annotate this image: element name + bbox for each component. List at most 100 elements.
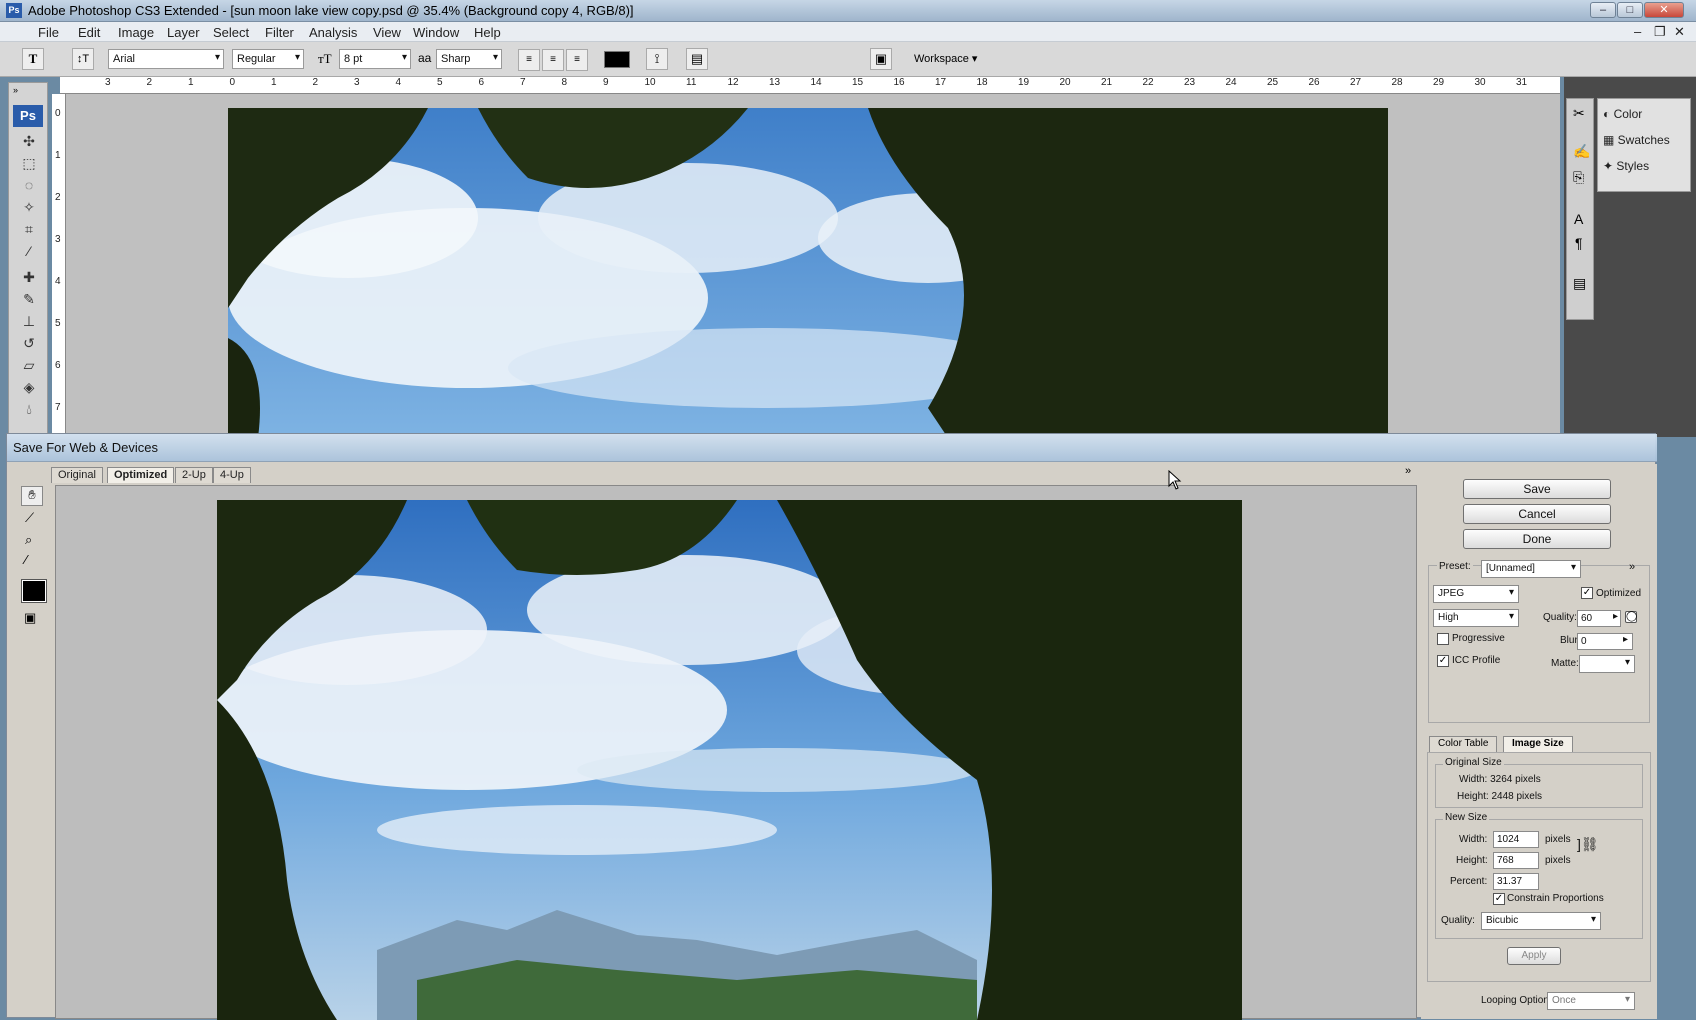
original-width: Width: 3264 pixels (1459, 774, 1541, 785)
ruler-tick-label: 18 (976, 77, 988, 88)
constrain-proportions-checkbox[interactable]: ✓ (1493, 893, 1505, 905)
progressive-label: Progressive (1452, 633, 1505, 644)
done-button[interactable]: Done (1463, 529, 1611, 549)
font-size-select[interactable]: 8 pt (339, 49, 411, 69)
eraser-tool-icon[interactable]: ▱ (17, 357, 41, 375)
history-brush-icon[interactable]: ↺ (17, 335, 41, 353)
menu-help[interactable]: Help (474, 25, 501, 40)
constrain-proportions-label: Constrain Proportions (1507, 893, 1604, 904)
width-label: Width: (1459, 834, 1488, 845)
menu-edit[interactable]: Edit (78, 25, 100, 40)
healing-brush-icon[interactable]: ✚ (17, 269, 41, 287)
tab-optimized[interactable]: Optimized (107, 467, 175, 483)
character-icon[interactable]: A (1574, 211, 1583, 227)
quality-mask-icon[interactable]: ◯ (1625, 611, 1637, 623)
icc-profile-checkbox[interactable]: ✓ (1437, 655, 1449, 667)
ruler-tick-label: 28 (1391, 77, 1403, 88)
menu-analysis[interactable]: Analysis (309, 25, 357, 40)
move-tool-icon[interactable]: ✣ (17, 133, 41, 151)
menu-view[interactable]: View (373, 25, 401, 40)
align-center-icon[interactable]: ≡ (542, 49, 564, 71)
eyedropper-tool-icon[interactable]: ⁄ (17, 243, 41, 261)
text-color-swatch[interactable] (604, 51, 630, 68)
styles-panel-tab[interactable]: ✦ Styles (1603, 159, 1649, 173)
ruler-tick-label: 5 (437, 77, 443, 88)
crop-tool-icon[interactable]: ⌗ (17, 221, 41, 239)
save-button[interactable]: Save (1463, 479, 1611, 499)
settings-menu-icon[interactable]: » (1629, 561, 1635, 573)
text-tool-icon[interactable]: T (22, 48, 44, 70)
percent-input[interactable]: 31.37 (1493, 873, 1539, 890)
dialog-toolbox: ✋︎ ⟋ ⌕ ⁄ ▣ (13, 476, 47, 1016)
clone-stamp-icon[interactable]: ⊥ (17, 313, 41, 331)
antialias-icon: aa (418, 51, 432, 65)
matte-select[interactable] (1579, 655, 1635, 673)
height-input[interactable]: 768 (1493, 852, 1539, 869)
hand-tool-icon[interactable]: ✋︎ (21, 486, 43, 506)
brush-tool-icon[interactable]: ✎ (17, 291, 41, 309)
eyedropper-icon[interactable]: ⁄ (25, 552, 27, 567)
dock-panel-list: ◐ Color ▦ Swatches ✦ Styles (1597, 98, 1691, 192)
swatches-panel-tab[interactable]: ▦ Swatches (1603, 133, 1670, 147)
menu-filter[interactable]: Filter (265, 25, 294, 40)
format-select[interactable]: JPEG (1433, 585, 1519, 603)
zoom-tool-icon[interactable]: ⌕ (25, 532, 32, 548)
font-style-select[interactable]: Regular (232, 49, 304, 69)
text-orientation-icon[interactable]: ↕T (72, 48, 94, 70)
ruler-tick-label: 9 (603, 77, 609, 88)
menu-window[interactable]: Window (413, 25, 459, 40)
doc-minimize-icon[interactable]: – (1634, 24, 1641, 39)
marquee-tool-icon[interactable]: ⬚ (17, 155, 41, 173)
resample-quality-select[interactable]: Bicubic (1481, 912, 1601, 930)
preview-menu-icon[interactable]: » (1405, 465, 1411, 477)
lasso-tool-icon[interactable]: ◌ (17, 177, 41, 195)
subtab-color-table[interactable]: Color Table (1429, 736, 1498, 752)
blur-slider-arrow-icon[interactable]: ▸ (1623, 634, 1628, 645)
preset-select[interactable]: [Unnamed] (1481, 560, 1581, 578)
apply-button[interactable]: Apply (1507, 947, 1561, 965)
styles-icon: ✦ (1603, 159, 1617, 173)
looping-options-select[interactable]: Once (1547, 992, 1635, 1010)
file-browser-icon[interactable]: ▣ (870, 48, 892, 70)
brushes-icon[interactable]: ✍ (1573, 143, 1590, 160)
close-button[interactable]: ✕ (1644, 2, 1684, 18)
workspace-button[interactable]: Workspace ▾ (914, 52, 977, 65)
paragraph-icon[interactable]: ¶ (1575, 235, 1583, 251)
align-left-icon[interactable]: ≡ (518, 49, 540, 71)
tab-original[interactable]: Original (51, 467, 103, 483)
ps-logo: Ps (13, 105, 43, 127)
character-panel-icon[interactable]: ▤ (686, 48, 708, 70)
quality-preset-select[interactable]: High (1433, 609, 1519, 627)
doc-close-icon[interactable]: ✕ (1674, 24, 1685, 40)
toolbox-collapse-icon[interactable]: » (13, 85, 18, 95)
width-input[interactable]: 1024 (1493, 831, 1539, 848)
menu-file[interactable]: File (38, 25, 59, 40)
tab-4up[interactable]: 4-Up (213, 467, 251, 483)
font-family-select[interactable]: Arial (108, 49, 224, 69)
progressive-checkbox[interactable] (1437, 633, 1449, 645)
menu-select[interactable]: Select (213, 25, 249, 40)
tools-icon[interactable]: ✂ (1573, 105, 1585, 122)
layer-comps-icon[interactable]: ▤ (1573, 275, 1586, 292)
clone-source-icon[interactable]: ⎘ (1573, 169, 1584, 186)
subtab-image-size[interactable]: Image Size (1503, 736, 1573, 752)
color-panel-tab[interactable]: ◐ Color (1603, 107, 1642, 121)
maximize-button[interactable]: □ (1617, 2, 1643, 18)
slice-select-icon[interactable]: ⟋ (25, 510, 34, 526)
align-right-icon[interactable]: ≡ (566, 49, 588, 71)
eyedropper-color-swatch[interactable] (21, 579, 47, 603)
doc-restore-icon[interactable]: ❐ (1654, 24, 1666, 40)
antialias-select[interactable]: Sharp (436, 49, 502, 69)
tab-2up[interactable]: 2-Up (175, 467, 213, 483)
cancel-button[interactable]: Cancel (1463, 504, 1611, 524)
paint-bucket-icon[interactable]: ◈ (17, 379, 41, 397)
menu-layer[interactable]: Layer (167, 25, 200, 40)
menu-image[interactable]: Image (118, 25, 154, 40)
optimized-checkbox[interactable]: ✓ (1581, 587, 1593, 599)
magic-wand-icon[interactable]: ✧ (17, 199, 41, 217)
minimize-button[interactable]: – (1590, 2, 1616, 18)
toggle-slices-icon[interactable]: ▣ (24, 610, 36, 626)
quality-slider-arrow-icon[interactable]: ▸ (1613, 611, 1618, 622)
blur-tool-icon[interactable]: 💧︎ (17, 401, 41, 419)
warp-text-icon[interactable]: ⟟ (646, 48, 668, 70)
